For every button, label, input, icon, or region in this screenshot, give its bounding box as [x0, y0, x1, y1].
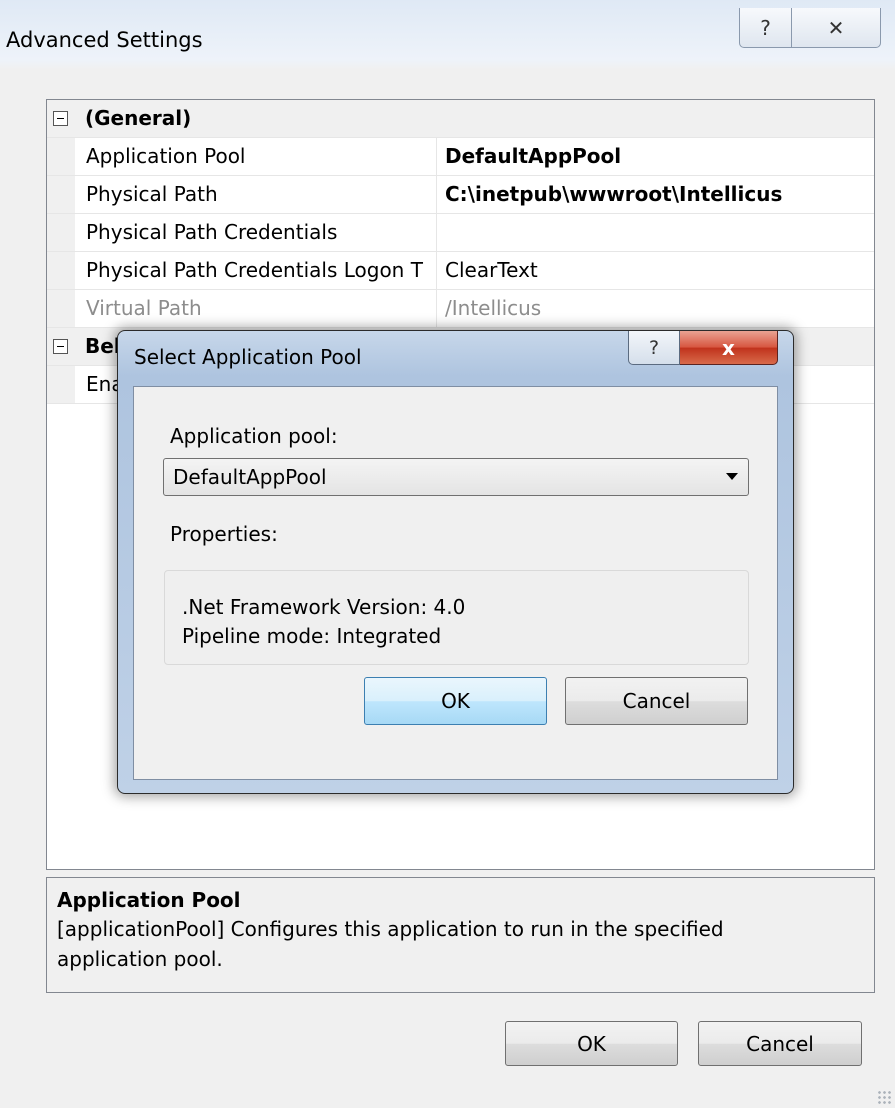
close-button[interactable]: ✕	[792, 8, 881, 48]
category-label: (General)	[85, 106, 192, 130]
resize-grip-icon[interactable]	[877, 1090, 891, 1104]
properties-box: .Net Framework Version: 4.0 Pipeline mod…	[164, 570, 749, 665]
select-application-pool-dialog: Select Application Pool ? x Application …	[117, 330, 794, 794]
help-icon: ?	[648, 336, 660, 359]
description-pane: Application Pool [applicationPool] Confi…	[46, 877, 875, 993]
close-icon: x	[722, 335, 735, 360]
property-label: Physical Path Credentials Logon T	[75, 252, 437, 289]
application-pool-selected: DefaultAppPool	[173, 465, 327, 489]
dialog-cancel-button[interactable]: Cancel	[565, 677, 748, 725]
pipeline-mode-text: Pipeline mode: Integrated	[182, 624, 442, 648]
category-label: Bel	[85, 334, 121, 358]
properties-label: Properties:	[170, 522, 278, 546]
property-row-virtual-path[interactable]: Virtual Path /Intellicus	[47, 290, 874, 328]
description-title: Application Pool	[57, 888, 241, 912]
property-value[interactable]: DefaultAppPool	[438, 138, 874, 175]
property-label: Application Pool	[75, 138, 437, 175]
property-value[interactable]: ClearText	[438, 252, 874, 289]
help-button[interactable]: ?	[739, 8, 792, 48]
dialog-close-button[interactable]: x	[680, 331, 778, 365]
property-row-physical-path[interactable]: Physical Path C:\inetpub\wwwroot\Intelli…	[47, 176, 874, 214]
ok-button[interactable]: OK	[505, 1021, 678, 1066]
dialog-ok-button[interactable]: OK	[364, 677, 547, 725]
property-label: Virtual Path	[75, 290, 437, 327]
collapse-icon[interactable]	[53, 339, 68, 354]
help-icon: ?	[760, 15, 771, 40]
property-value[interactable]	[438, 214, 874, 251]
property-label: Physical Path	[75, 176, 437, 213]
property-label: Physical Path Credentials	[75, 214, 437, 251]
chevron-down-icon[interactable]	[726, 473, 738, 480]
property-row-application-pool[interactable]: Application Pool DefaultAppPool	[47, 138, 874, 176]
description-text: [applicationPool] Configures this applic…	[57, 917, 724, 971]
category-general[interactable]: (General)	[47, 100, 874, 138]
framework-version-text: .Net Framework Version: 4.0	[182, 595, 466, 619]
dialog-help-button[interactable]: ?	[628, 331, 680, 365]
collapse-icon[interactable]	[53, 111, 68, 126]
property-value: /Intellicus	[445, 296, 542, 320]
dialog-body: Application pool: DefaultAppPool Propert…	[133, 386, 778, 780]
window-title: Advanced Settings	[6, 28, 203, 52]
property-row-physical-path-credentials[interactable]: Physical Path Credentials	[47, 214, 874, 252]
property-row-credentials-logon-type[interactable]: Physical Path Credentials Logon T ClearT…	[47, 252, 874, 290]
dialog-title: Select Application Pool	[134, 345, 362, 369]
close-icon: ✕	[827, 15, 845, 40]
application-pool-label: Application pool:	[170, 424, 338, 448]
property-value[interactable]: C:\inetpub\wwwroot\Intellicus	[438, 176, 874, 213]
cancel-button[interactable]: Cancel	[698, 1021, 862, 1066]
application-pool-select[interactable]: DefaultAppPool	[163, 458, 749, 496]
